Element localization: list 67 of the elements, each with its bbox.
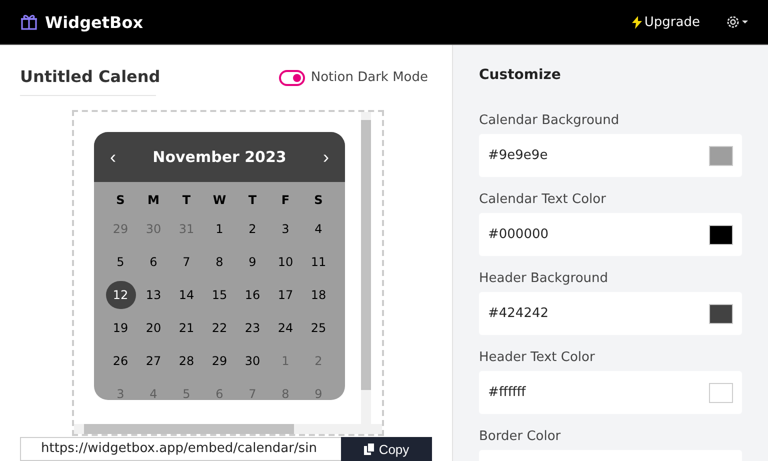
calendar-day[interactable]: 9 — [238, 248, 268, 276]
color-swatch[interactable] — [709, 304, 733, 324]
calendar-day[interactable]: 25 — [304, 314, 334, 342]
calendar-day[interactable]: 17 — [270, 281, 300, 309]
weekday-label: S — [314, 192, 323, 209]
embed-url-field[interactable]: https://widgetbox.app/embed/calendar/sin — [20, 437, 341, 461]
calendar-day[interactable]: 3 — [270, 215, 300, 243]
calendar-day[interactable]: 16 — [238, 281, 268, 309]
brand-name: WidgetBox — [45, 12, 144, 32]
calendar-day[interactable]: 19 — [106, 314, 136, 342]
month-title: November 2023 — [152, 148, 286, 166]
weekday-label: T — [248, 192, 257, 209]
calendar-day[interactable]: 2 — [238, 215, 268, 243]
calendar-day[interactable]: 1 — [204, 215, 234, 243]
calendar-day[interactable]: 20 — [138, 314, 168, 342]
previous-month-button[interactable]: ‹ — [106, 146, 120, 168]
calendar-day[interactable]: 5 — [106, 248, 136, 276]
calendar-day[interactable]: 27 — [138, 347, 168, 375]
color-swatch[interactable] — [709, 146, 733, 166]
field-label: Border Color — [479, 429, 562, 444]
color-swatch[interactable] — [709, 224, 733, 244]
dark-mode-toggle[interactable] — [278, 70, 305, 86]
calendar-day[interactable]: 8 — [204, 248, 234, 276]
settings-icon — [726, 15, 750, 29]
field-label: Calendar Background — [479, 113, 620, 128]
calendar-day[interactable]: 23 — [238, 314, 268, 342]
field-label: Header Text Color — [479, 350, 596, 365]
calendar-day[interactable]: 28 — [172, 347, 202, 375]
calendar-day[interactable]: 30 — [238, 347, 268, 375]
weekday-label: F — [281, 192, 290, 209]
field-label: Calendar Text Color — [479, 192, 607, 207]
calendar-day[interactable]: 26 — [106, 347, 136, 375]
calendar-day[interactable]: 6 — [138, 248, 168, 276]
weekday-label: W — [212, 192, 226, 209]
panel-title: Customize — [479, 67, 562, 83]
calendar-day[interactable]: 22 — [204, 314, 234, 342]
weekday-label: M — [148, 192, 160, 209]
weekday-label: S — [116, 192, 125, 209]
copy-icon — [364, 443, 375, 455]
color-field[interactable]: #9e9e9e — [479, 134, 742, 177]
calendar-day[interactable]: 21 — [172, 314, 202, 342]
color-field[interactable]: #424242 — [479, 292, 742, 335]
toggle-label: Notion Dark Mode — [310, 70, 428, 85]
weekday-label: T — [182, 192, 191, 209]
calendar-day[interactable]: 18 — [304, 281, 334, 309]
upgrade-link[interactable]: Upgrade — [632, 14, 700, 30]
color-field[interactable]: #000000 — [479, 213, 742, 256]
calendar-day[interactable]: 11 — [304, 248, 334, 276]
calendar-day[interactable]: 14 — [172, 281, 202, 309]
calendar-day[interactable]: 4 — [304, 215, 334, 243]
settings-button[interactable] — [726, 15, 750, 29]
lightning-icon — [632, 16, 642, 28]
calendar-day[interactable]: 24 — [270, 314, 300, 342]
color-swatch[interactable] — [709, 382, 733, 402]
copy-button[interactable]: Copy — [341, 437, 432, 461]
horizontal-scrollbar[interactable] — [74, 424, 382, 434]
gift-box-icon — [20, 14, 38, 30]
color-field[interactable]: #ffffff — [479, 371, 742, 414]
calendar-day[interactable]: 13 — [138, 281, 168, 309]
field-label: Header Background — [479, 271, 610, 286]
vertical-scrollbar[interactable] — [361, 112, 371, 424]
calendar-day[interactable]: 10 — [270, 248, 300, 276]
selected-day[interactable]: 12 — [106, 281, 136, 309]
next-month-button[interactable]: › — [319, 146, 333, 168]
calendar-day[interactable]: 15 — [204, 281, 234, 309]
calendar-day[interactable]: 29 — [204, 347, 234, 375]
calendar-day[interactable]: 7 — [172, 248, 202, 276]
